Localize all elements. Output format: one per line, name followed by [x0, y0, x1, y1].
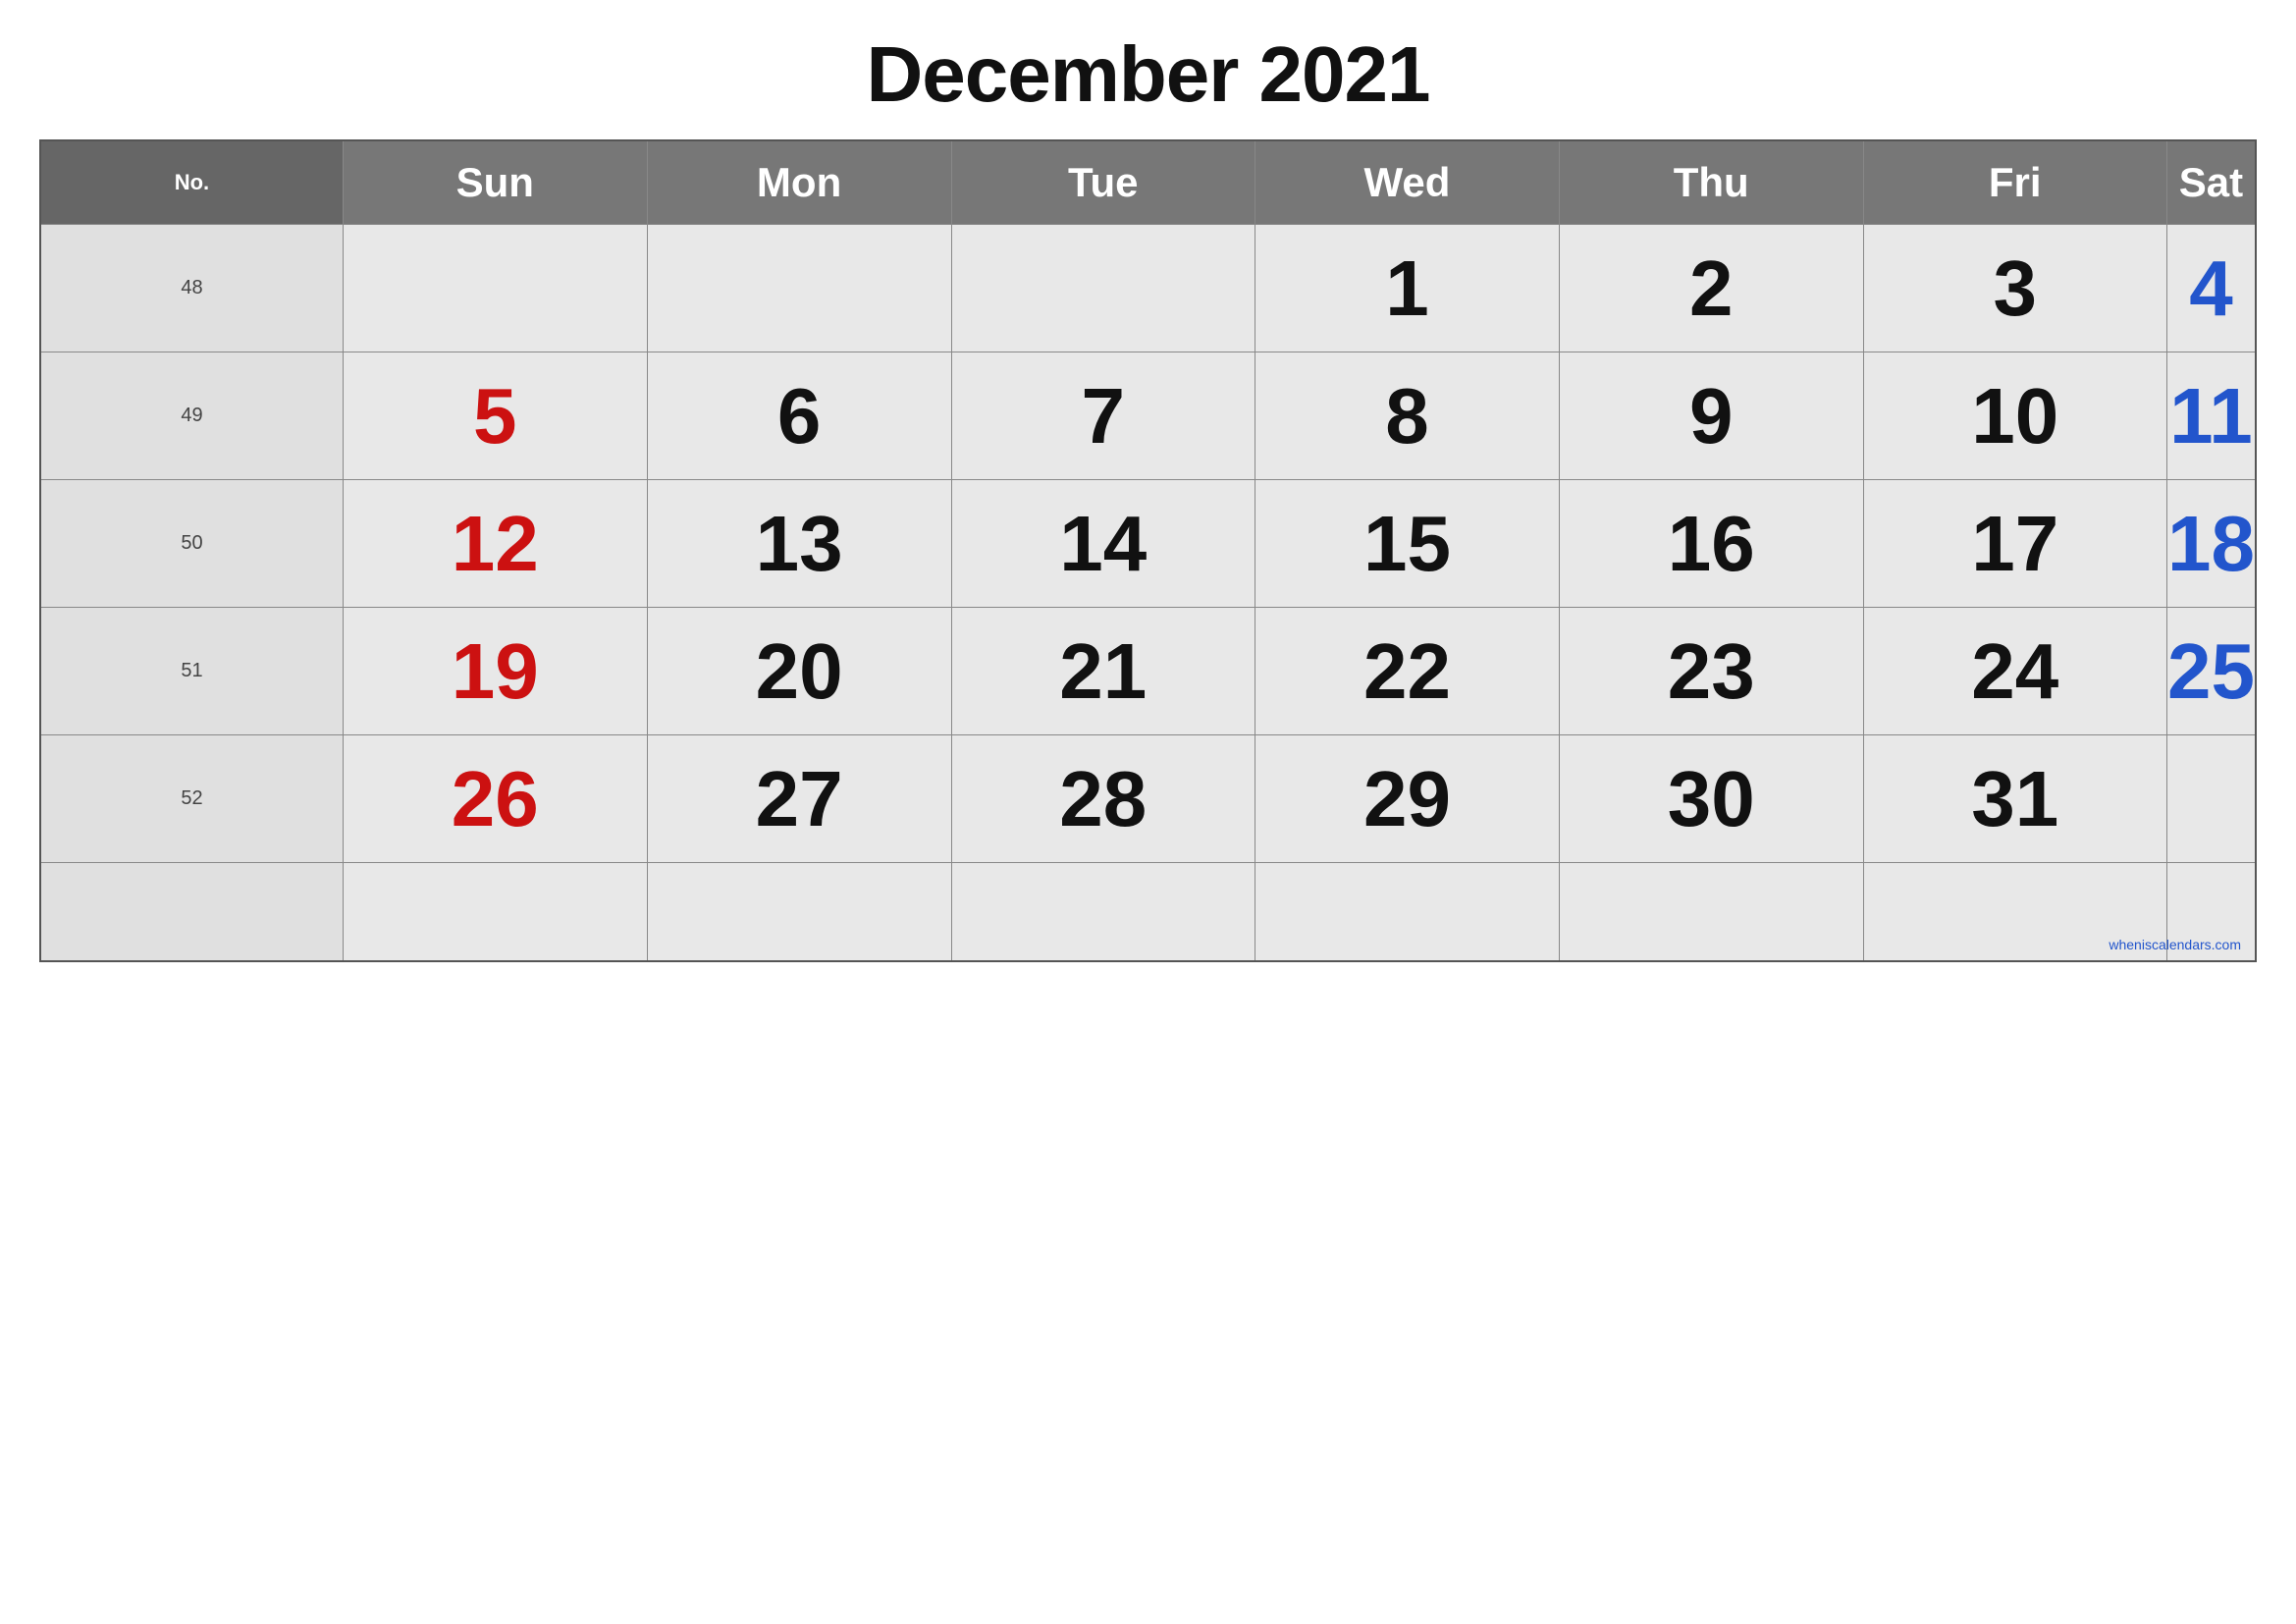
week-number-6: [40, 863, 343, 961]
header-no: No.: [40, 140, 343, 225]
day-cell: 22: [1255, 608, 1559, 735]
header-sat: Sat: [2166, 140, 2256, 225]
day-cell: 2: [1559, 225, 1863, 352]
day-number: 3: [1864, 225, 2166, 352]
day-number: 4: [2167, 225, 2255, 352]
day-number: 28: [952, 735, 1255, 862]
day-number: 23: [1560, 608, 1863, 734]
day-cell: 16: [1559, 480, 1863, 608]
header-tue: Tue: [951, 140, 1255, 225]
header-sun: Sun: [343, 140, 647, 225]
day-cell: 17: [1863, 480, 2166, 608]
day-number: 25: [2167, 608, 2255, 734]
day-number: 11: [2167, 352, 2255, 479]
day-number: 20: [648, 608, 951, 734]
calendar-row-1: 48 1234: [40, 225, 2256, 352]
day-cell: [2166, 735, 2256, 863]
page-title: December 2021: [866, 29, 1429, 120]
day-number: 21: [952, 608, 1255, 734]
day-cell: 1: [1255, 225, 1559, 352]
day-cell: 7: [951, 352, 1255, 480]
day-number: 7: [952, 352, 1255, 479]
day-number: 14: [952, 480, 1255, 607]
day-cell: 9: [1559, 352, 1863, 480]
week-number-2: 49: [40, 352, 343, 480]
calendar-row-5: 52262728293031: [40, 735, 2256, 863]
calendar-row-3: 5012131415161718: [40, 480, 2256, 608]
day-cell: 20: [647, 608, 951, 735]
day-cell: [951, 863, 1255, 961]
day-number: 5: [344, 352, 647, 479]
week-number-1: 48: [40, 225, 343, 352]
day-cell: 5: [343, 352, 647, 480]
day-number: 27: [648, 735, 951, 862]
day-number: 18: [2167, 480, 2255, 607]
day-cell: 8: [1255, 352, 1559, 480]
day-cell: wheniscalendars.com: [2166, 863, 2256, 961]
day-number: 19: [344, 608, 647, 734]
day-cell: 27: [647, 735, 951, 863]
day-cell: 18: [2166, 480, 2256, 608]
day-cell: 10: [1863, 352, 2166, 480]
day-number: 13: [648, 480, 951, 607]
day-number: 15: [1255, 480, 1559, 607]
day-cell: 24: [1863, 608, 2166, 735]
day-cell: 6: [647, 352, 951, 480]
day-number: 6: [648, 352, 951, 479]
day-cell: 26: [343, 735, 647, 863]
day-cell: 25: [2166, 608, 2256, 735]
day-cell: [343, 863, 647, 961]
day-cell: [647, 225, 951, 352]
day-number: 29: [1255, 735, 1559, 862]
day-cell: 19: [343, 608, 647, 735]
day-cell: 29: [1255, 735, 1559, 863]
header-row: No. Sun Mon Tue Wed Thu Fri Sat: [40, 140, 2256, 225]
day-cell: 13: [647, 480, 951, 608]
day-cell: [951, 225, 1255, 352]
day-number: 1: [1255, 225, 1559, 352]
calendar-row-4: 5119202122232425: [40, 608, 2256, 735]
day-cell: 21: [951, 608, 1255, 735]
day-cell: 14: [951, 480, 1255, 608]
calendar-row-6: wheniscalendars.com: [40, 863, 2256, 961]
day-cell: 4: [2166, 225, 2256, 352]
header-mon: Mon: [647, 140, 951, 225]
day-number: 22: [1255, 608, 1559, 734]
day-number: 12: [344, 480, 647, 607]
header-thu: Thu: [1559, 140, 1863, 225]
day-cell: 12: [343, 480, 647, 608]
day-cell: 31: [1863, 735, 2166, 863]
day-number: 30: [1560, 735, 1863, 862]
day-cell: [1255, 863, 1559, 961]
day-cell: 3: [1863, 225, 2166, 352]
header-fri: Fri: [1863, 140, 2166, 225]
day-number: 26: [344, 735, 647, 862]
day-cell: 11: [2166, 352, 2256, 480]
day-cell: 28: [951, 735, 1255, 863]
day-cell: 23: [1559, 608, 1863, 735]
day-number: 16: [1560, 480, 1863, 607]
day-number: 24: [1864, 608, 2166, 734]
week-number-4: 51: [40, 608, 343, 735]
watermark-text: wheniscalendars.com: [2101, 933, 2249, 956]
week-number-5: 52: [40, 735, 343, 863]
day-number: 2: [1560, 225, 1863, 352]
day-number: 8: [1255, 352, 1559, 479]
day-cell: 30: [1559, 735, 1863, 863]
day-cell: 15: [1255, 480, 1559, 608]
day-number: 9: [1560, 352, 1863, 479]
day-cell: [1559, 863, 1863, 961]
header-wed: Wed: [1255, 140, 1559, 225]
day-number: 10: [1864, 352, 2166, 479]
week-number-3: 50: [40, 480, 343, 608]
calendar-row-2: 49567891011: [40, 352, 2256, 480]
day-cell: [647, 863, 951, 961]
calendar-table: No. Sun Mon Tue Wed Thu Fri Sat 48123449…: [39, 139, 2257, 962]
day-number: 17: [1864, 480, 2166, 607]
day-number: 31: [1864, 735, 2166, 862]
day-cell: [343, 225, 647, 352]
